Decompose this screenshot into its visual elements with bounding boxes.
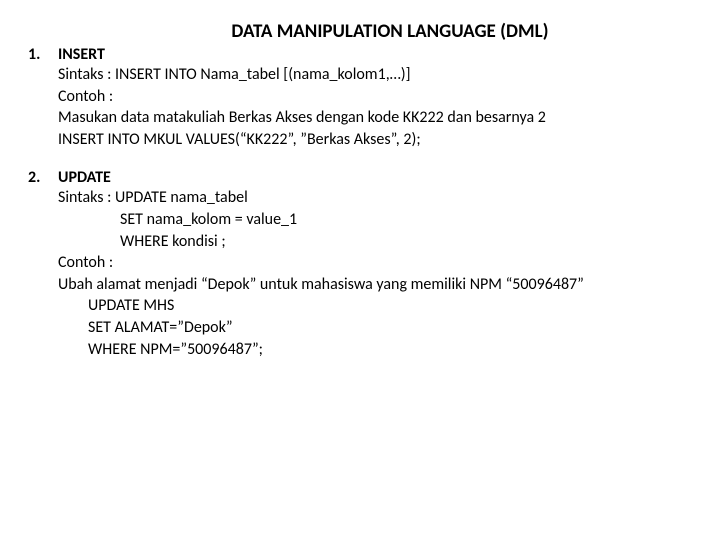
item-number: 1. [20,45,58,64]
item-number: 2. [20,168,58,187]
list-item-2: 2. UPDATE Sintaks : UPDATE nama_tabel SE… [20,168,700,360]
content-line: INSERT INTO MKUL VALUES(“KK222”, ”Berkas… [58,129,700,151]
content-line: Sintaks : UPDATE nama_tabel [58,187,700,209]
content-line: Contoh : [58,252,700,274]
content-line: Masukan data matakuliah Berkas Akses den… [58,107,700,129]
item-content: Sintaks : UPDATE nama_tabel SET nama_kol… [58,187,700,360]
content-line: Ubah alamat menjadi “Depok” untuk mahasi… [58,274,700,296]
item-heading: INSERT [58,45,105,64]
content-line: SET nama_kolom = value_1 [58,209,700,231]
item-heading: UPDATE [58,168,111,187]
item-content: Sintaks : INSERT INTO Nama_tabel [(nama_… [58,64,700,150]
content-line: WHERE kondisi ; [58,231,700,253]
content-line: Contoh : [58,86,700,108]
list-item-1: 1. INSERT Sintaks : INSERT INTO Nama_tab… [20,45,700,150]
content-line: UPDATE MHS [58,295,700,317]
content-line: Sintaks : INSERT INTO Nama_tabel [(nama_… [58,64,700,86]
content-line: SET ALAMAT=”Depok” [58,317,700,339]
document-title: DATA MANIPULATION LANGUAGE (DML) [80,20,700,43]
content-line: WHERE NPM=”50096487”; [58,339,700,361]
